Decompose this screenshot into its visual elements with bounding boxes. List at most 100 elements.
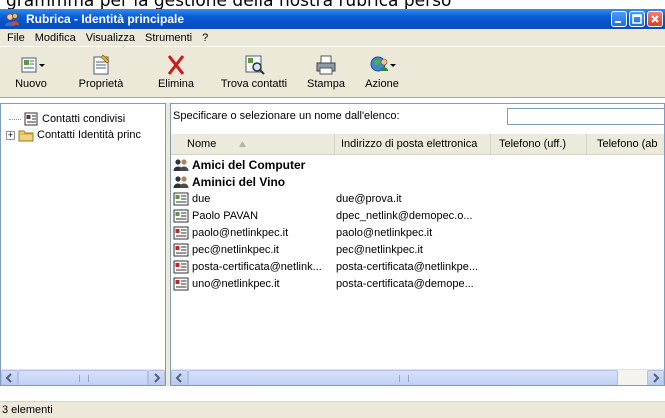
chevron-right-icon <box>653 373 660 383</box>
search-label: Specificare o selezionare un nome dall'e… <box>173 110 400 122</box>
contact-card-icon <box>173 209 189 223</box>
window-controls <box>611 11 663 27</box>
list-item-contact[interactable]: paolo@netlinkpec.it paolo@netlinkpec.it <box>173 225 496 241</box>
contacts-list-pane: Specificare o selezionare un nome dall'e… <box>170 103 665 386</box>
print-button-label: Stampa <box>307 78 345 90</box>
shared-contacts-icon <box>24 112 38 126</box>
close-button[interactable] <box>647 11 663 27</box>
window-title: Rubrica - Identità principale <box>26 12 185 26</box>
properties-icon <box>93 54 110 75</box>
close-icon <box>651 15 659 23</box>
tree-connector <box>9 118 21 120</box>
delete-button-label: Elimina <box>157 78 195 90</box>
list-item-contact[interactable]: Paolo PAVAN dpec_netlink@demopec.o... <box>173 208 496 224</box>
chevron-right-icon <box>154 373 161 383</box>
new-contact-icon <box>21 57 45 73</box>
contact-name: Amici del Computer <box>192 158 306 172</box>
folder-tree-pane: Contatti condivisi + Contatti Identità p… <box>0 103 166 386</box>
print-button[interactable]: Stampa <box>304 53 348 97</box>
chevron-left-icon <box>175 373 182 383</box>
scroll-left-button[interactable] <box>1 370 18 385</box>
tree-item-identity-contacts[interactable]: + Contatti Identità princ <box>6 127 141 143</box>
column-header-work-phone[interactable]: Telefono (uff.) <box>491 134 587 154</box>
address-book-app-icon <box>5 13 19 26</box>
minimize-button[interactable] <box>611 11 627 27</box>
new-button-label: Nuovo <box>15 78 47 90</box>
scroll-thumb[interactable] <box>188 370 618 385</box>
properties-button-label: Proprietà <box>78 78 124 90</box>
list-item-contact[interactable]: uno@netlinkpec.it posta-certificata@demo… <box>173 276 496 292</box>
menu-strumenti[interactable]: Strumenti <box>140 32 197 44</box>
status-bar: 3 elementi <box>0 401 665 418</box>
contact-email: posta-certificata@demope... <box>336 278 474 290</box>
menu-visualizza[interactable]: Visualizza <box>81 32 140 44</box>
column-header-label: Telefono (uff.) <box>499 138 567 150</box>
column-header-label: Nome <box>187 138 217 150</box>
tree-item-label: Contatti condivisi <box>42 113 126 125</box>
contact-email: paolo@netlinkpec.it <box>336 227 433 239</box>
search-input[interactable] <box>507 108 664 125</box>
contact-name: paolo@netlinkpec.it <box>192 227 289 239</box>
action-icon <box>370 56 396 72</box>
list-item-group[interactable]: Aminici del Vino <box>173 174 473 190</box>
list-item-group[interactable]: Amici del Computer <box>173 157 473 173</box>
find-contacts-button-label: Trova contatti <box>220 78 288 90</box>
maximize-button[interactable] <box>629 11 645 27</box>
column-header-home-phone[interactable]: Telefono (ab <box>587 134 664 154</box>
column-header-email[interactable]: Indirizzo di posta elettronica <box>335 134 491 154</box>
title-bar: Rubrica - Identità principale <box>0 9 665 29</box>
certified-contact-icon <box>173 277 189 291</box>
list-horizontal-scrollbar[interactable] <box>171 369 664 385</box>
certified-contact-icon <box>173 243 189 257</box>
scroll-right-button[interactable] <box>647 370 664 385</box>
certified-contact-icon <box>173 260 189 274</box>
group-icon <box>173 159 189 171</box>
print-icon <box>316 55 336 75</box>
group-icon <box>173 176 189 188</box>
toolbar: Nuovo Proprietà Elimina Trova contatti S… <box>0 46 665 98</box>
find-contacts-icon <box>245 55 265 75</box>
menu-modifica[interactable]: Modifica <box>30 32 81 44</box>
certified-contact-icon <box>173 226 189 240</box>
folder-icon <box>18 130 34 142</box>
delete-button[interactable]: Elimina <box>154 53 198 97</box>
minimize-icon <box>615 21 621 23</box>
contact-name: pec@netlinkpec.it <box>192 244 279 256</box>
contact-email: due@prova.it <box>336 193 402 205</box>
column-header-label: Indirizzo di posta elettronica <box>341 138 478 150</box>
chevron-left-icon <box>5 373 12 383</box>
action-button[interactable]: Azione <box>358 53 406 97</box>
contact-name: Aminici del Vino <box>192 175 286 189</box>
scroll-right-button[interactable] <box>148 370 165 385</box>
list-item-contact[interactable]: posta-certificata@netlink... posta-certi… <box>173 259 496 275</box>
tree-horizontal-scrollbar[interactable] <box>1 369 165 385</box>
tree-item-label: Contatti Identità princ <box>37 129 141 141</box>
tree-item-shared-contacts[interactable]: Contatti condivisi <box>9 111 125 127</box>
contact-name: uno@netlinkpec.it <box>192 278 280 290</box>
list-item-contact[interactable]: due due@prova.it <box>173 191 496 207</box>
contact-name: Paolo PAVAN <box>192 210 259 222</box>
contact-email: pec@netlinkpec.it <box>336 244 423 256</box>
contact-name: due <box>192 193 211 205</box>
list-item-contact[interactable]: pec@netlinkpec.it pec@netlinkpec.it <box>173 242 496 258</box>
menu-file[interactable]: File <box>2 32 30 44</box>
column-header-label: Telefono (ab <box>597 138 658 150</box>
status-text: 3 elementi <box>2 404 53 416</box>
column-header-row: Nome Indirizzo di posta elettronica Tele… <box>171 134 664 155</box>
find-contacts-button[interactable]: Trova contatti <box>213 53 295 97</box>
action-button-label: Azione <box>365 78 399 90</box>
sort-ascending-icon <box>239 141 246 147</box>
maximize-icon <box>632 14 642 24</box>
contact-card-icon <box>173 192 189 206</box>
column-header-name[interactable]: Nome <box>171 134 335 154</box>
page-caption: grammma per la gestione della nostra rub… <box>0 0 665 9</box>
scroll-left-button[interactable] <box>171 370 188 385</box>
new-button[interactable]: Nuovo <box>8 53 54 97</box>
menu-help[interactable]: ? <box>197 32 213 44</box>
delete-icon <box>167 55 185 75</box>
scroll-thumb[interactable] <box>18 370 148 385</box>
contact-name: posta-certificata@netlink... <box>192 261 322 273</box>
contact-email: posta-certificata@netlinkpe... <box>336 261 479 273</box>
properties-button[interactable]: Proprietà <box>72 53 130 97</box>
tree-expand-icon[interactable]: + <box>6 130 15 140</box>
